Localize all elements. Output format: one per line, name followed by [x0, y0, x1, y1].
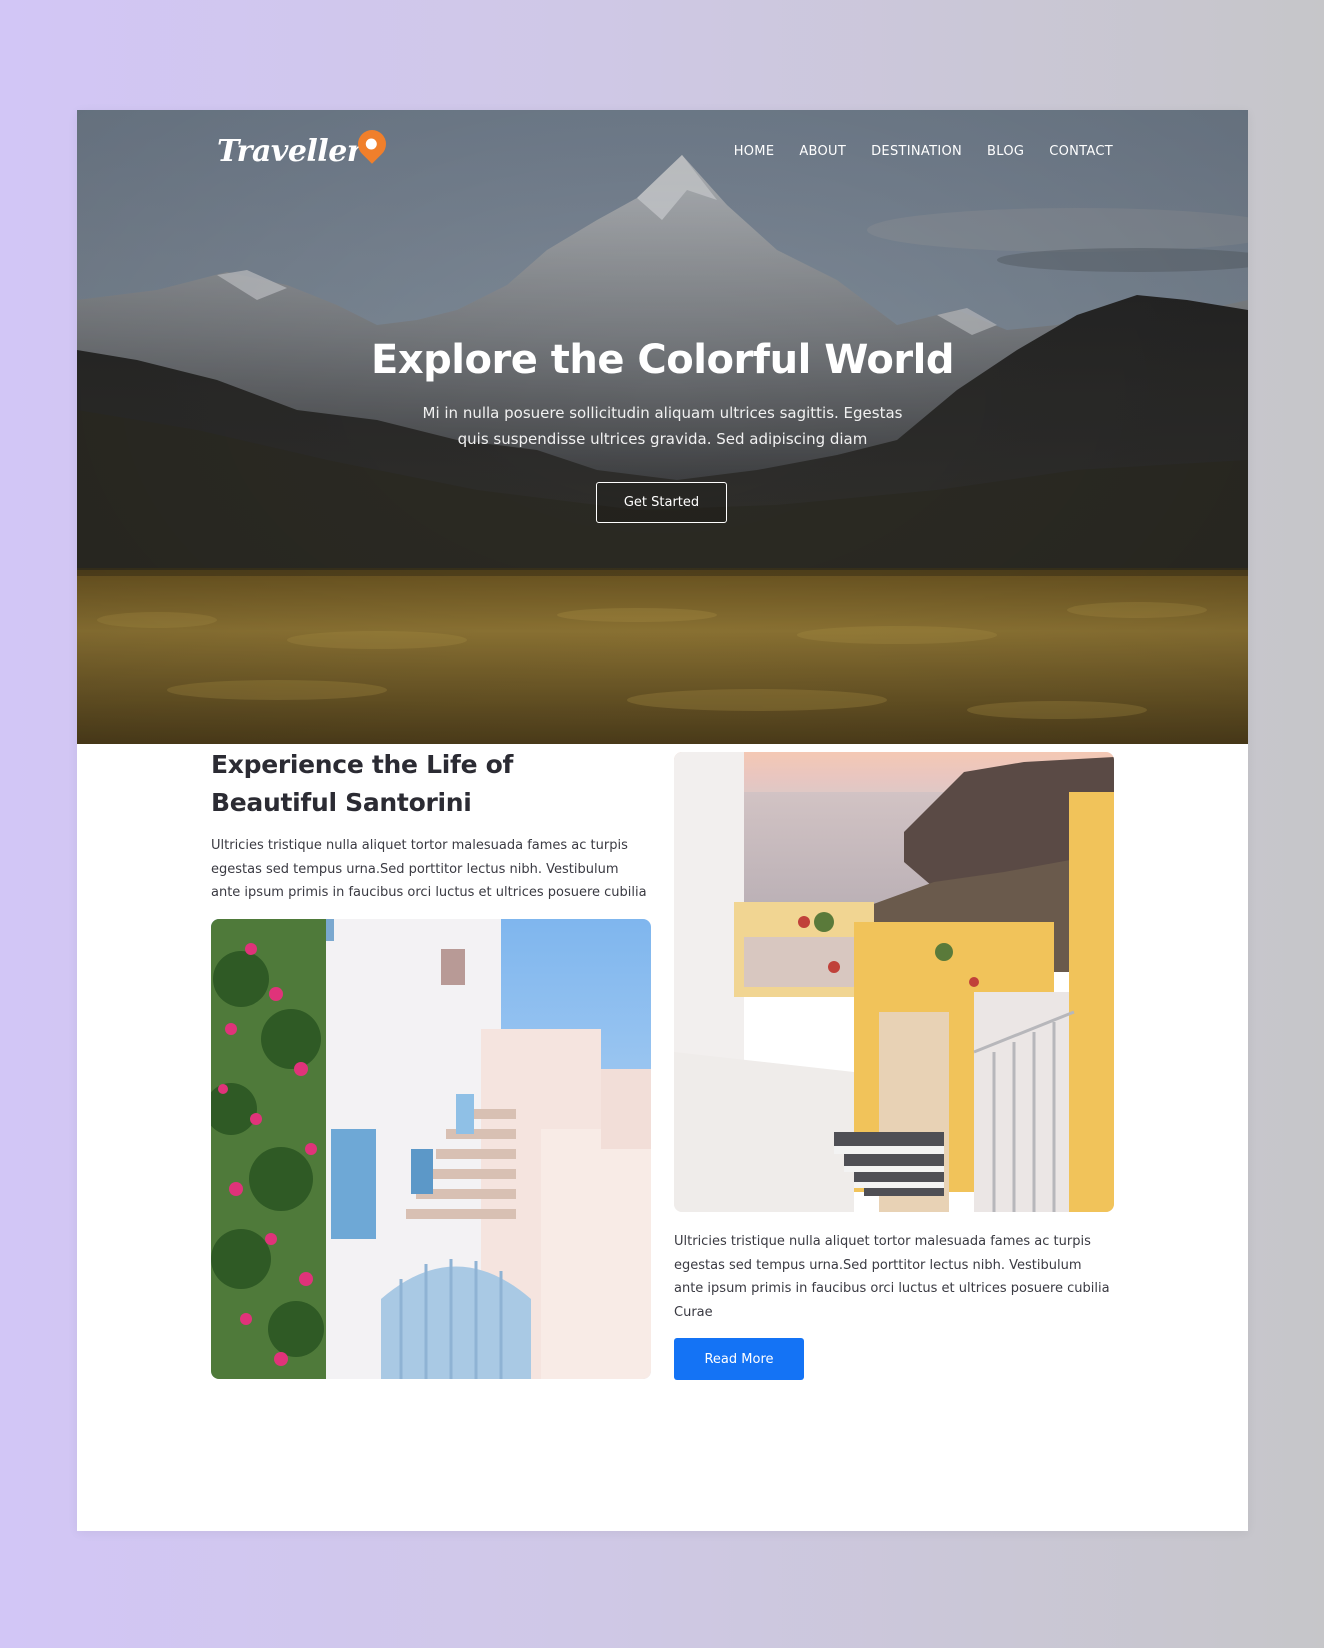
- get-started-button[interactable]: Get Started: [596, 482, 727, 523]
- nav-destination-link[interactable]: DESTINATION: [871, 144, 962, 159]
- logo-text: Traveller: [217, 133, 363, 169]
- section-intro-text: Ultricies tristique nulla aliquet tortor…: [211, 838, 647, 900]
- section-heading: Experience the Life of Beautiful Santori…: [211, 750, 514, 817]
- nav-home-link[interactable]: HOME: [734, 144, 775, 159]
- hero-subtitle: Mi in nulla posuere sollicitudin aliquam…: [422, 404, 903, 448]
- santorini-white-houses-photo: [211, 919, 651, 1379]
- main-nav: HOME ABOUT DESTINATION BLOG CONTACT: [734, 144, 1113, 159]
- read-more-button[interactable]: Read More: [674, 1338, 804, 1380]
- section-body-text: Ultricies tristique nulla aliquet tortor…: [674, 1234, 1110, 1320]
- nav-contact-link[interactable]: CONTACT: [1049, 144, 1113, 159]
- nav-blog-link[interactable]: BLOG: [987, 144, 1024, 159]
- hero-title: Explore the Colorful World: [371, 337, 954, 383]
- nav-about-link[interactable]: ABOUT: [799, 144, 846, 159]
- page-card: Traveller HOME ABOUT DESTINATION BLOG CO…: [77, 110, 1248, 1531]
- hero-section: Traveller HOME ABOUT DESTINATION BLOG CO…: [77, 110, 1248, 744]
- traveller-logo[interactable]: Traveller: [217, 124, 392, 176]
- santorini-sunset-stairs-photo: [674, 752, 1114, 1212]
